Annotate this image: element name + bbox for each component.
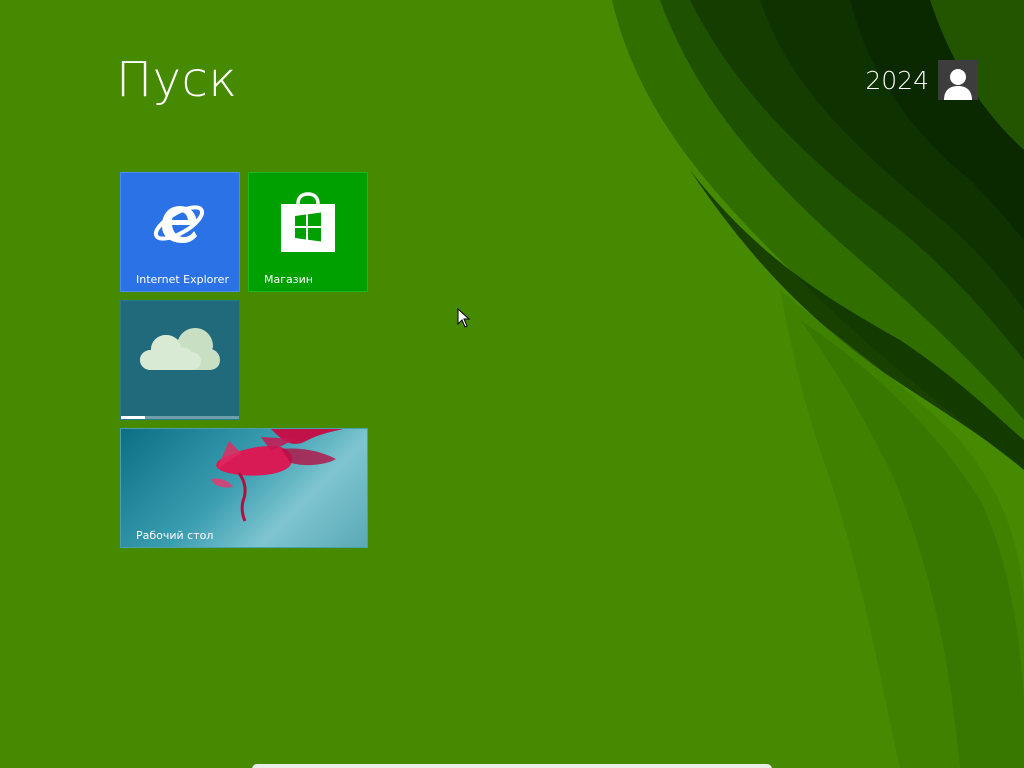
store-bag-icon <box>249 173 367 273</box>
user-silhouette-icon <box>938 60 978 100</box>
tile-desktop-label: Рабочий стол <box>136 529 214 542</box>
tile-store-label: Магазин <box>264 273 313 286</box>
internet-explorer-icon <box>121 173 239 273</box>
tile-internet-explorer[interactable]: Internet Explorer <box>120 172 240 292</box>
bottom-scrollbar[interactable] <box>252 764 772 768</box>
cloud-icon <box>121 301 239 401</box>
user-account-button[interactable]: 2024 <box>865 60 978 100</box>
tile-onedrive[interactable] <box>120 300 240 420</box>
start-screen: Пуск 2024 Internet Explorer Магазин Рабо… <box>0 0 1024 768</box>
onedrive-progress-fill <box>121 416 145 419</box>
start-title: Пуск <box>116 52 238 108</box>
tile-ie-label: Internet Explorer <box>136 273 229 286</box>
onedrive-progress-bar <box>121 416 239 419</box>
tile-desktop[interactable]: Рабочий стол <box>120 428 368 548</box>
user-name: 2024 <box>865 65 929 95</box>
mouse-pointer-icon <box>457 308 471 328</box>
tile-store[interactable]: Магазин <box>248 172 368 292</box>
